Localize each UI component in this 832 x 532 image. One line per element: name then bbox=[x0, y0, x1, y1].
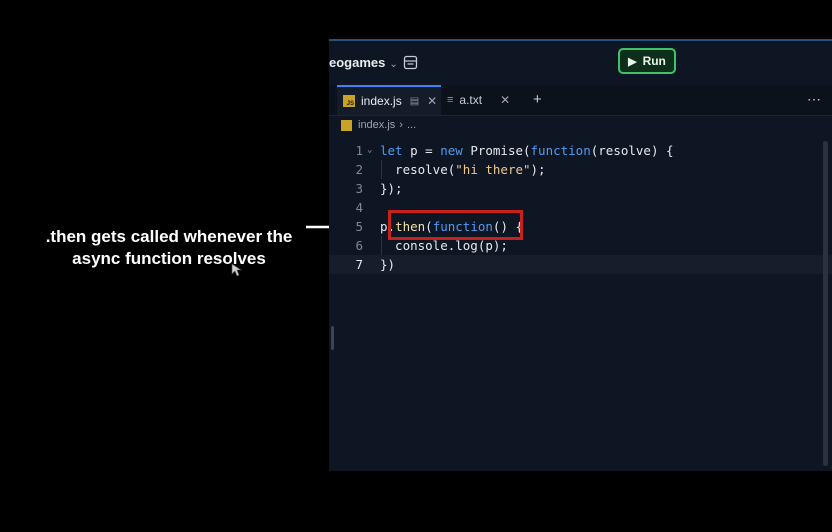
new-tab-plus-icon[interactable]: + bbox=[533, 91, 542, 108]
code-text: resolve("hi there"); bbox=[380, 160, 546, 179]
line-number: 6 bbox=[355, 238, 363, 253]
chevron-down-icon: ⌄ bbox=[389, 59, 398, 70]
breadcrumb-file[interactable]: index.js bbox=[358, 119, 395, 131]
close-icon[interactable]: ✕ bbox=[500, 93, 510, 107]
tab-label: index.js bbox=[361, 94, 402, 108]
code-text: }); bbox=[380, 179, 403, 198]
code-text: let p = new Promise(function(resolve) { bbox=[380, 141, 674, 160]
file-tabs: JS index.js ▤ ✕ ≡ a.txt ✕ + ⋯ bbox=[329, 85, 832, 116]
close-icon[interactable]: ✕ bbox=[427, 94, 437, 108]
mouse-cursor-icon bbox=[231, 263, 242, 277]
js-file-icon bbox=[341, 119, 352, 131]
breadcrumb-ellipsis[interactable]: ... bbox=[407, 119, 416, 131]
code-token: "hi there" bbox=[455, 162, 531, 177]
chevron-right-icon: › bbox=[399, 119, 403, 131]
code-token: p = bbox=[402, 143, 441, 158]
code-token: Promise( bbox=[462, 143, 531, 158]
highlight-box bbox=[388, 210, 523, 240]
code-area[interactable]: 1 ⌄ let p = new Promise(function(resolve) … bbox=[329, 141, 832, 471]
fold-chevron-icon[interactable]: ⌄ bbox=[367, 141, 372, 160]
code-token: }) bbox=[380, 257, 396, 272]
code-line[interactable]: 3}); bbox=[329, 179, 832, 198]
code-token: function bbox=[530, 143, 591, 158]
line-number: 5 bbox=[355, 219, 363, 234]
code-token: }); bbox=[380, 181, 403, 196]
line-number: 2 bbox=[355, 162, 363, 177]
top-bar: eogames ⌄ ▶ Run bbox=[329, 41, 832, 85]
code-token: console.log(p); bbox=[380, 238, 508, 253]
code-token: let bbox=[380, 143, 403, 158]
preview-icon[interactable]: ▤ bbox=[410, 96, 419, 107]
code-editor-window: eogames ⌄ ▶ Run JS index.js ▤ ✕ ≡ a.txt ✕… bbox=[329, 39, 832, 471]
line-number: 1 bbox=[355, 143, 363, 158]
line-number: 7 bbox=[355, 257, 363, 272]
line-number: 3 bbox=[355, 181, 363, 196]
tab-label: a.txt bbox=[459, 93, 483, 107]
text-file-icon: ≡ bbox=[447, 94, 454, 106]
run-button-label: Run bbox=[642, 54, 666, 68]
play-icon: ▶ bbox=[628, 55, 637, 68]
more-options-icon[interactable]: ⋯ bbox=[807, 91, 822, 108]
repo-selector[interactable]: eogames ⌄ bbox=[329, 55, 398, 70]
code-line[interactable]: 2 resolve("hi there"); bbox=[329, 160, 832, 179]
code-token: ); bbox=[530, 162, 546, 177]
line-number: 4 bbox=[355, 200, 363, 215]
tab-a-txt[interactable]: ≡ a.txt ✕ bbox=[447, 85, 525, 115]
vertical-scrollbar[interactable] bbox=[823, 141, 828, 466]
code-text: }) bbox=[380, 255, 395, 274]
js-file-icon: JS bbox=[343, 95, 355, 107]
code-line[interactable]: 7}) bbox=[329, 255, 832, 274]
package-icon[interactable] bbox=[403, 55, 418, 70]
annotation-text: .then gets called whenever the async fun… bbox=[45, 227, 293, 268]
tab-index-js[interactable]: JS index.js ▤ ✕ bbox=[337, 85, 441, 115]
breadcrumb: index.js › ... bbox=[341, 119, 416, 131]
code-token: new bbox=[440, 143, 463, 158]
repo-name: eogames bbox=[329, 55, 386, 70]
code-token: resolve( bbox=[380, 162, 456, 177]
code-line[interactable]: 1 ⌄ let p = new Promise(function(resolve) … bbox=[329, 141, 832, 160]
code-token: (resolve) { bbox=[590, 143, 674, 158]
run-button[interactable]: ▶ Run bbox=[618, 48, 676, 74]
panel-resize-handle[interactable] bbox=[331, 326, 334, 350]
